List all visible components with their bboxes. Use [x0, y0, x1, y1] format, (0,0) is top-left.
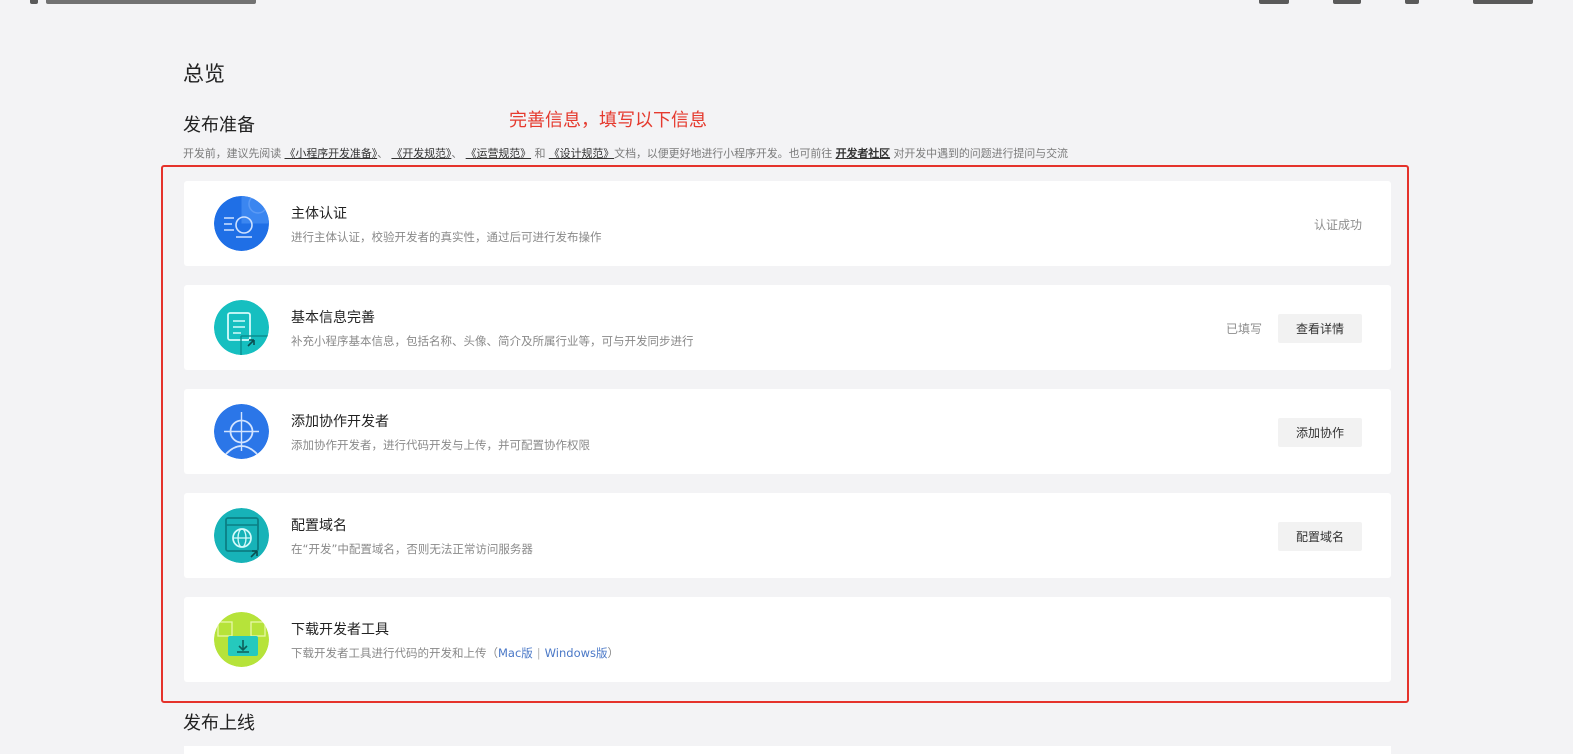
intro-and: 和	[531, 147, 549, 160]
link-dev-preparation[interactable]: 《小程序开发准备》	[285, 147, 378, 160]
card-description: 进行主体认证，校验开发者的真实性，通过后可进行发布操作	[291, 230, 602, 244]
card-entity-verification: 主体认证 进行主体认证，校验开发者的真实性，通过后可进行发布操作 认证成功	[184, 181, 1391, 266]
card-title: 下载开发者工具	[291, 622, 389, 638]
download-mac-link[interactable]: Mac版	[498, 646, 533, 660]
intro-separator: 、	[377, 147, 389, 160]
card-download-tools: 下载开发者工具 下载开发者工具进行代码的开发和上传（Mac版 | Windows版）	[184, 597, 1391, 682]
page-title: 总览	[183, 62, 225, 86]
section-title-prepare: 发布准备	[183, 115, 255, 136]
status-text: 已填写	[1225, 322, 1262, 336]
link-dev-spec[interactable]: 《开发规范》	[391, 147, 451, 160]
card-description: 下载开发者工具进行代码的开发和上传（Mac版 | Windows版）	[291, 645, 619, 661]
form-edit-icon	[214, 300, 269, 355]
user-add-icon	[214, 404, 269, 459]
section-title-publish: 发布上线	[183, 713, 255, 734]
card-basic-info: 基本信息完善 补充小程序基本信息，包括名称、头像、简介及所属行业等，可与开发同步…	[184, 285, 1391, 370]
card-title: 配置域名	[291, 518, 347, 534]
link-divider: |	[536, 646, 541, 660]
status-text: 认证成功	[1313, 218, 1362, 232]
card-title: 主体认证	[291, 206, 347, 222]
intro-separator: 、	[451, 147, 463, 160]
id-card-icon	[214, 196, 269, 251]
link-design-spec[interactable]: 《设计规范》	[549, 147, 615, 160]
nav-item-cut-2[interactable]	[1333, 0, 1361, 4]
next-card-edge	[184, 746, 1391, 754]
add-collaborator-button[interactable]: 添加协作	[1278, 418, 1362, 447]
download-icon	[214, 612, 269, 667]
intro-text: 开发前，建议先阅读 《小程序开发准备》、 《开发规范》、 《运营规范》 和 《设…	[183, 145, 1068, 161]
view-details-button[interactable]: 查看详情	[1278, 314, 1362, 343]
account-menu-cut[interactable]	[1473, 0, 1533, 4]
nav-item-cut-3[interactable]	[1405, 0, 1419, 4]
card-title: 基本信息完善	[291, 310, 375, 326]
configure-domain-button[interactable]: 配置域名	[1278, 522, 1362, 551]
card-description: 补充小程序基本信息，包括名称、头像、简介及所属行业等，可与开发同步进行	[291, 334, 694, 348]
intro-suffix: 对开发中遇到的问题进行提问与交流	[890, 147, 1068, 160]
intro-middle: 文档，以便更好地进行小程序开发。也可前往	[614, 147, 836, 160]
top-navigation-bar-cut	[0, 0, 1573, 8]
logo-icon	[30, 0, 38, 4]
card-title: 添加协作开发者	[291, 414, 389, 430]
card-configure-domain: 配置域名 在“开发”中配置域名，否则无法正常访问服务器 配置域名	[184, 493, 1391, 578]
card-add-collaborator: 添加协作开发者 添加协作开发者，进行代码开发与上传，并可配置协作权限 添加协作	[184, 389, 1391, 474]
intro-prefix: 开发前，建议先阅读	[183, 147, 282, 160]
link-operation-spec[interactable]: 《运营规范》	[466, 147, 532, 160]
globe-window-icon	[214, 508, 269, 563]
card-description: 在“开发”中配置域名，否则无法正常访问服务器	[291, 542, 533, 556]
download-desc: 下载开发者工具进行代码的开发和上传（	[291, 646, 498, 660]
annotation-text: 完善信息，填写以下信息	[509, 110, 707, 131]
download-windows-link[interactable]: Windows版	[545, 646, 608, 660]
link-dev-community[interactable]: 开发者社区	[836, 147, 891, 160]
nav-item-cut-1[interactable]	[1259, 0, 1289, 4]
app-name-cut	[46, 0, 256, 4]
download-desc-end: ）	[607, 646, 620, 660]
card-description: 添加协作开发者，进行代码开发与上传，并可配置协作权限	[291, 438, 590, 452]
